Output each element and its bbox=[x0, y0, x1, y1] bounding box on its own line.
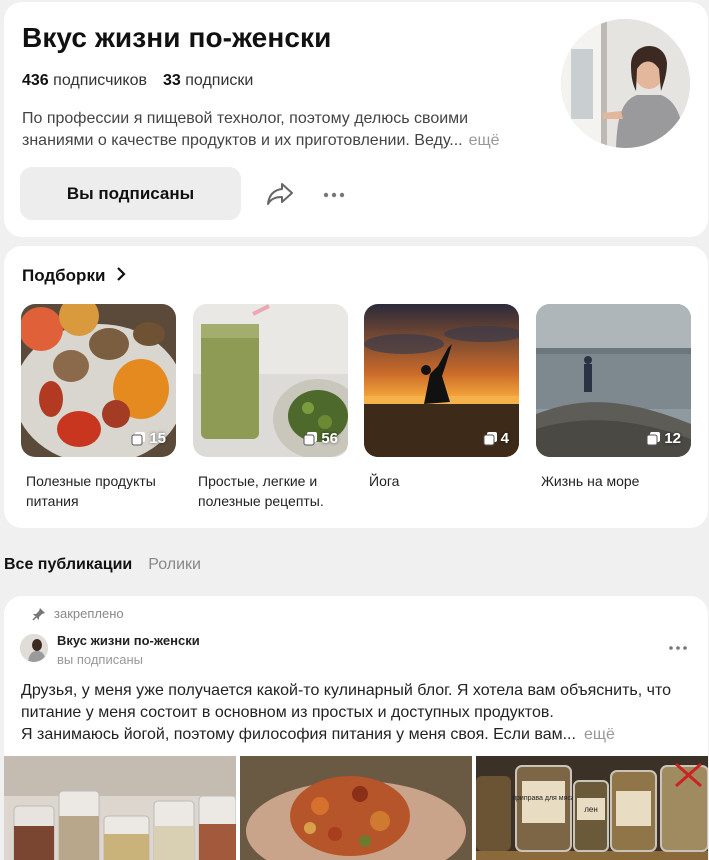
channel-stats: 436 подписчиков 33 подписки bbox=[22, 72, 253, 90]
collection-thumbnail: 56 bbox=[193, 304, 348, 457]
post-card: закреплено Вкус жизни по-женски вы подпи… bbox=[4, 596, 708, 860]
description-more-link[interactable]: ещё bbox=[469, 132, 500, 149]
subscribed-button[interactable]: Вы подписаны bbox=[20, 167, 241, 220]
gallery-stack-icon bbox=[646, 432, 661, 446]
collections-card: Подборки 15 Полезные продукты питания 56… bbox=[4, 246, 708, 528]
tab-reels[interactable]: Ролики bbox=[148, 556, 201, 573]
collection-count: 56 bbox=[303, 430, 338, 447]
collection-thumbnail: 4 bbox=[364, 304, 519, 457]
chevron-right-icon bbox=[117, 267, 126, 281]
collections-title[interactable]: Подборки bbox=[22, 266, 126, 286]
collection-name: Простые, легкие и полезные рецепты. bbox=[198, 473, 324, 509]
post-author-name[interactable]: Вкус жизни по-женски bbox=[57, 633, 200, 648]
collection-name: Полезные продукты питания bbox=[26, 473, 156, 509]
channel-header-card: Вкус жизни по-женски 436 подписчиков 33 п… bbox=[4, 2, 708, 237]
gallery-stack-icon bbox=[131, 432, 146, 446]
collection-item[interactable]: 56 Простые, легкие и полезные рецепты. bbox=[193, 304, 348, 511]
collection-thumbnail: 15 bbox=[21, 304, 176, 457]
jar-label-text: лен bbox=[584, 805, 598, 814]
collection-count: 4 bbox=[483, 430, 509, 447]
tab-all-publications[interactable]: Все публикации bbox=[4, 556, 132, 573]
gallery-stack-icon bbox=[483, 432, 497, 446]
more-options-icon[interactable] bbox=[322, 185, 346, 205]
publications-tabs: Все публикации Ролики bbox=[4, 556, 201, 574]
subscribers-count[interactable]: 436 подписчиков bbox=[22, 72, 147, 89]
collection-item[interactable]: 12 Жизнь на море bbox=[536, 304, 691, 491]
post-more-link[interactable]: ещё bbox=[584, 726, 615, 743]
channel-description: По профессии я пищевой технолог, поэтому… bbox=[22, 110, 500, 149]
collection-name: Жизнь на море bbox=[541, 473, 640, 489]
author-avatar[interactable] bbox=[20, 634, 48, 662]
post-text: Друзья, у меня уже получается какой-то к… bbox=[21, 682, 672, 743]
collection-name: Йога bbox=[369, 473, 400, 489]
pinned-indicator: закреплено bbox=[32, 606, 124, 621]
collection-thumbnail: 12 bbox=[536, 304, 691, 457]
collection-item[interactable]: 15 Полезные продукты питания bbox=[21, 304, 176, 511]
collection-count: 15 bbox=[131, 430, 166, 447]
collection-count: 12 bbox=[646, 430, 681, 447]
channel-title: Вкус жизни по-женски bbox=[22, 22, 332, 53]
jar-label-text: приправа для мяса bbox=[512, 795, 575, 802]
post-author-status: вы подписаны bbox=[57, 652, 143, 667]
post-photo[interactable] bbox=[240, 756, 472, 860]
post-photo[interactable]: приправа для мяса лен bbox=[476, 756, 708, 860]
post-more-options-icon[interactable] bbox=[668, 640, 688, 656]
share-icon[interactable] bbox=[265, 180, 295, 208]
subscriptions-count[interactable]: 33 подписки bbox=[163, 72, 253, 89]
collection-item[interactable]: 4 Йога bbox=[364, 304, 519, 491]
pin-icon bbox=[32, 607, 45, 621]
gallery-stack-icon bbox=[303, 432, 318, 446]
post-photo[interactable] bbox=[4, 756, 236, 860]
channel-avatar[interactable] bbox=[561, 19, 690, 148]
